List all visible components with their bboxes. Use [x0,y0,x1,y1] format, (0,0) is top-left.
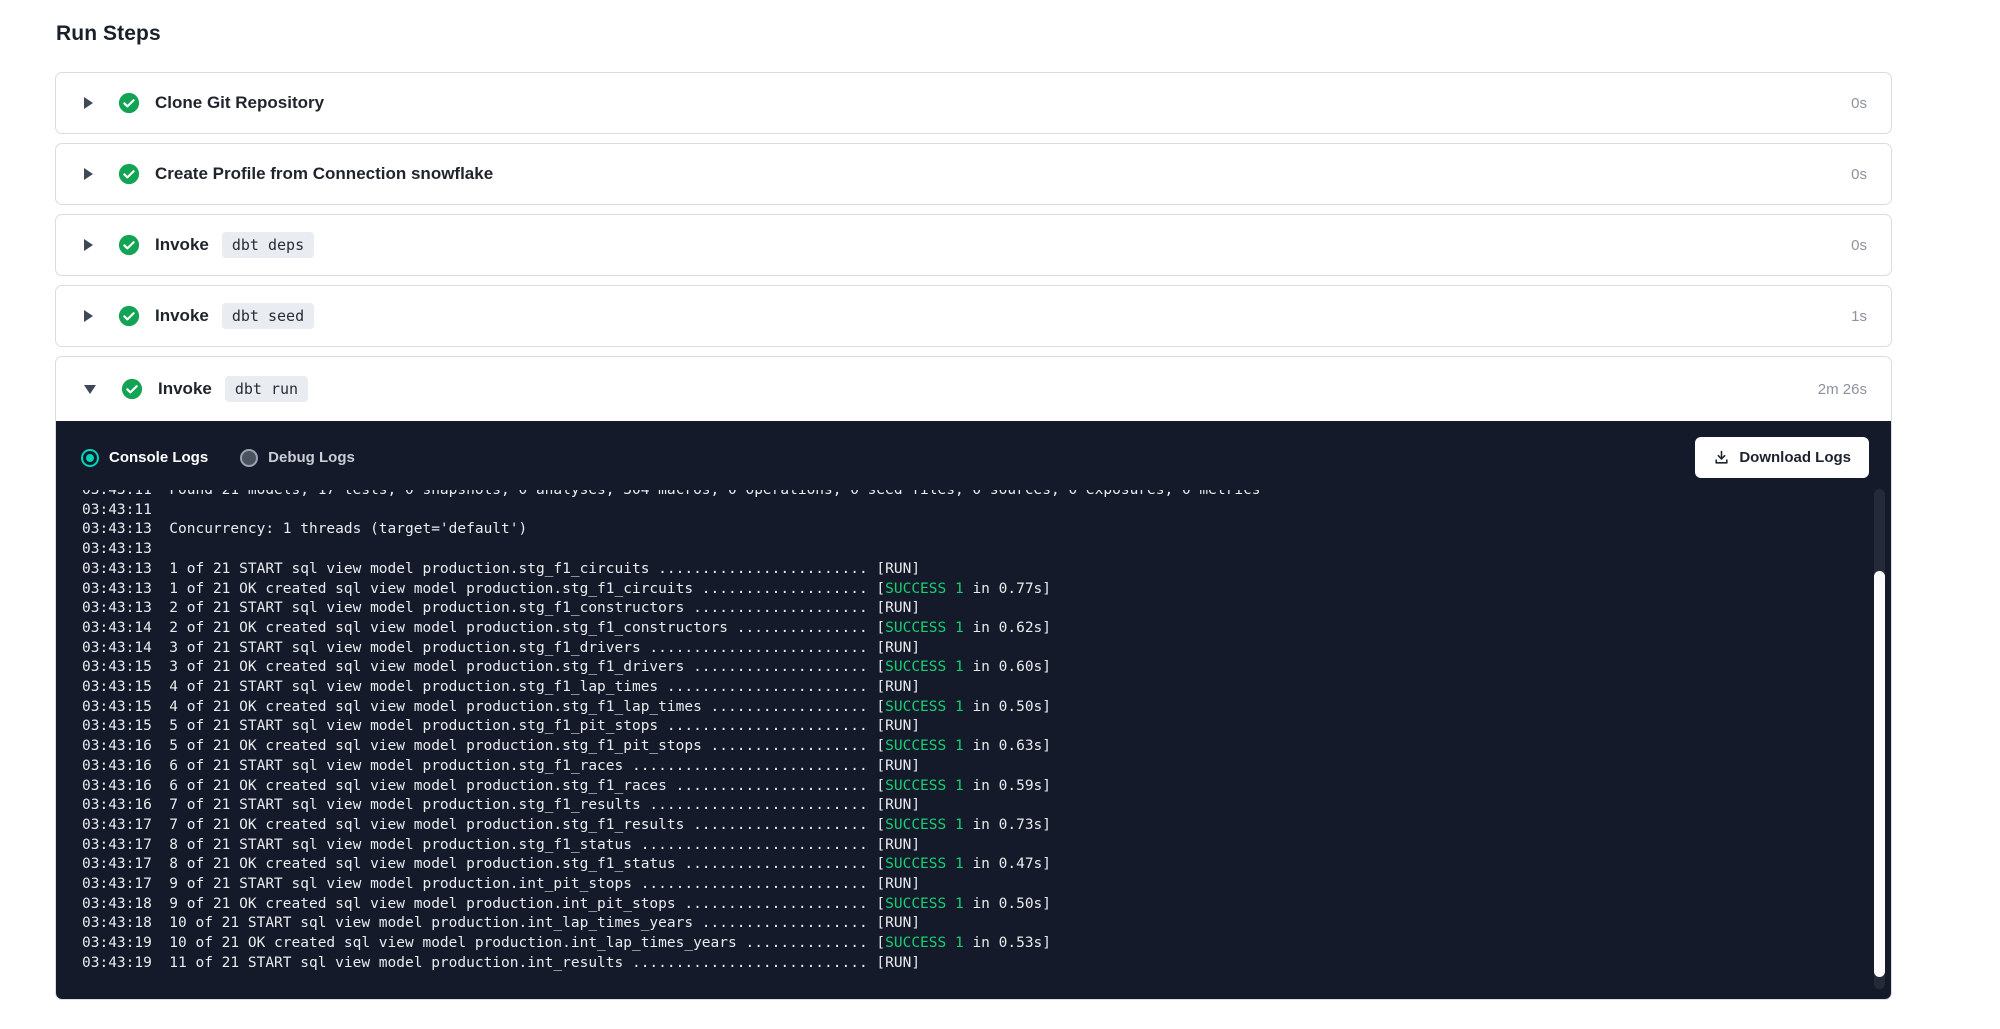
log-line: 03:43:18 9 of 21 OK created sql view mod… [82,895,1891,915]
log-line: 03:43:17 7 of 21 OK created sql view mod… [82,816,1891,836]
chevron-right-icon[interactable] [84,168,93,180]
log-line: 03:43:15 5 of 21 START sql view model pr… [82,717,1891,737]
check-circle-icon [118,305,140,327]
console-log-lines: 03:43:11 Found 21 models, 17 tests, 0 sn… [82,490,1891,974]
check-circle-icon [118,163,140,185]
step-label: Invoke [155,306,209,326]
step-duration: 0s [1851,166,1867,183]
check-circle-icon [121,378,143,400]
step-label: Invoke [155,235,209,255]
log-line: 03:43:13 [82,540,1891,560]
debug-logs-radio[interactable]: Debug Logs [240,449,355,467]
log-line: 03:43:17 8 of 21 START sql view model pr… [82,836,1891,856]
download-logs-button[interactable]: Download Logs [1695,437,1869,478]
log-success-text: SUCCESS 1 [885,659,964,675]
log-line: 03:43:13 2 of 21 START sql view model pr… [82,599,1891,619]
step-duration: 0s [1851,95,1867,112]
log-line: 03:43:13 1 of 21 START sql view model pr… [82,560,1891,580]
log-success-text: SUCCESS 1 [885,778,964,794]
check-circle-icon [118,92,140,114]
chevron-right-icon[interactable] [84,239,93,251]
log-line: 03:43:15 4 of 21 START sql view model pr… [82,678,1891,698]
chevron-down-icon[interactable] [84,385,96,394]
console-log-viewport[interactable]: 03:43:11 Found 21 models, 17 tests, 0 sn… [56,490,1891,996]
log-line: 03:43:17 8 of 21 OK created sql view mod… [82,855,1891,875]
download-icon [1713,449,1730,466]
console-panel: Console Logs Debug Logs [56,421,1891,999]
console-logs-label[interactable]: Console Logs [109,449,208,466]
collapsed-steps: Clone Git Repository0sCreate Profile fro… [55,72,1892,347]
log-line: 03:43:14 3 of 21 START sql view model pr… [82,639,1891,659]
download-logs-label: Download Logs [1739,449,1851,466]
run-steps-page: Run Steps Clone Git Repository0sCreate P… [0,0,2000,1000]
chevron-right-icon[interactable] [84,97,93,109]
log-line: 03:43:18 10 of 21 START sql view model p… [82,914,1891,934]
step-row[interactable]: Invoke dbt seed 1s [55,285,1892,347]
console-logs-radio[interactable]: Console Logs [81,449,208,467]
step-duration: 0s [1851,237,1867,254]
console-toolbar: Console Logs Debug Logs [56,421,1891,490]
log-line: 03:43:11 Found 21 models, 17 tests, 0 sn… [82,490,1891,501]
log-line: 03:43:16 6 of 21 START sql view model pr… [82,757,1891,777]
step-row[interactable]: Clone Git Repository 0s [55,72,1892,134]
step-label: Create Profile from Connection snowflake [155,164,493,184]
page-title: Run Steps [56,22,1892,46]
log-line: 03:43:16 6 of 21 OK created sql view mod… [82,777,1891,797]
step-row[interactable]: Invoke dbt deps 0s [55,214,1892,276]
log-success-text: SUCCESS 1 [885,738,964,754]
step-row-dbt-run: Invoke dbt run 2m 26s Console Logs Debug… [55,356,1892,1000]
step-command-chip: dbt deps [222,232,314,258]
log-line: 03:43:15 4 of 21 OK created sql view mod… [82,698,1891,718]
log-line: 03:43:13 Concurrency: 1 threads (target=… [82,520,1891,540]
log-success-text: SUCCESS 1 [885,935,964,951]
step-duration: 1s [1851,308,1867,325]
log-success-text: SUCCESS 1 [885,620,964,636]
log-line: 03:43:13 1 of 21 OK created sql view mod… [82,580,1891,600]
log-success-text: SUCCESS 1 [885,699,964,715]
log-success-text: SUCCESS 1 [885,896,964,912]
run-steps-list: Clone Git Repository0sCreate Profile fro… [55,72,1892,1000]
log-success-text: SUCCESS 1 [885,817,964,833]
step-row[interactable]: Create Profile from Connection snowflake… [55,143,1892,205]
step-duration: 2m 26s [1818,381,1867,398]
radio-unselected-icon[interactable] [240,449,258,467]
log-line: 03:43:16 7 of 21 START sql view model pr… [82,796,1891,816]
radio-selected-icon[interactable] [81,449,99,467]
log-line: 03:43:15 3 of 21 OK created sql view mod… [82,658,1891,678]
log-line: 03:43:19 11 of 21 START sql view model p… [82,954,1891,974]
log-line: 03:43:11 [82,501,1891,521]
log-line: 03:43:14 2 of 21 OK created sql view mod… [82,619,1891,639]
log-success-text: SUCCESS 1 [885,856,964,872]
console-scrollbar-thumb[interactable] [1874,571,1885,977]
log-line: 03:43:16 5 of 21 OK created sql view mod… [82,737,1891,757]
step-command-chip: dbt seed [222,303,314,329]
chevron-right-icon[interactable] [84,310,93,322]
step-label: Invoke [158,379,212,399]
step-label: Clone Git Repository [155,93,324,113]
check-circle-icon [118,234,140,256]
log-line: 03:43:17 9 of 21 START sql view model pr… [82,875,1891,895]
log-line: 03:43:19 10 of 21 OK created sql view mo… [82,934,1891,954]
debug-logs-label[interactable]: Debug Logs [268,449,355,466]
step-command-chip: dbt run [225,376,308,402]
log-success-text: SUCCESS 1 [885,581,964,597]
step-header[interactable]: Invoke dbt run 2m 26s [56,357,1891,421]
